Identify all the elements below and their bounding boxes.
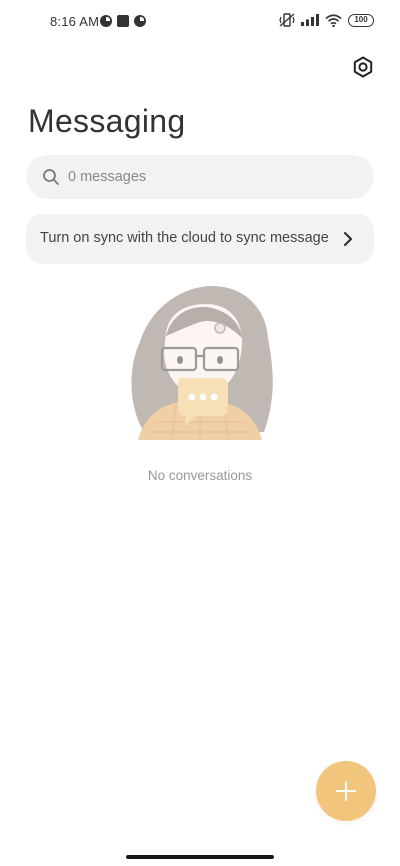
empty-state-text: No conversations: [147, 468, 253, 483]
status-system-icons: 100: [279, 13, 374, 27]
sync-text-container: Turn on sync with the cloud to sync mess…: [26, 214, 328, 264]
sync-banner-text: Turn on sync with the cloud to sync mess…: [40, 230, 328, 246]
search-placeholder: 0 messages: [68, 169, 147, 185]
search-icon: [43, 169, 59, 185]
page-title: Messaging: [28, 103, 186, 139]
plus-icon: [336, 781, 356, 801]
status-notification-icons: [100, 15, 146, 27]
search-bar[interactable]: 0 messages: [26, 155, 374, 199]
chevron-right-icon: [343, 231, 353, 247]
new-message-button[interactable]: [316, 761, 376, 821]
signal-icon: [301, 14, 319, 26]
sync-banner[interactable]: Turn on sync with the cloud to sync mess…: [26, 214, 374, 264]
home-indicator[interactable]: [126, 855, 274, 859]
status-bar: 8:16 AM 100: [0, 0, 400, 44]
data-saver-icon: [100, 15, 112, 27]
data-saver-icon: [134, 15, 146, 27]
square-icon: [117, 15, 129, 27]
wifi-icon: [325, 13, 342, 27]
girl-with-chat-bubble-illustration: [131, 286, 273, 441]
vibrate-icon: [279, 13, 295, 27]
settings-button[interactable]: [348, 52, 378, 82]
status-time: 8:16 AM: [50, 14, 100, 29]
battery-icon: 100: [348, 13, 374, 27]
settings-icon: [353, 56, 373, 78]
